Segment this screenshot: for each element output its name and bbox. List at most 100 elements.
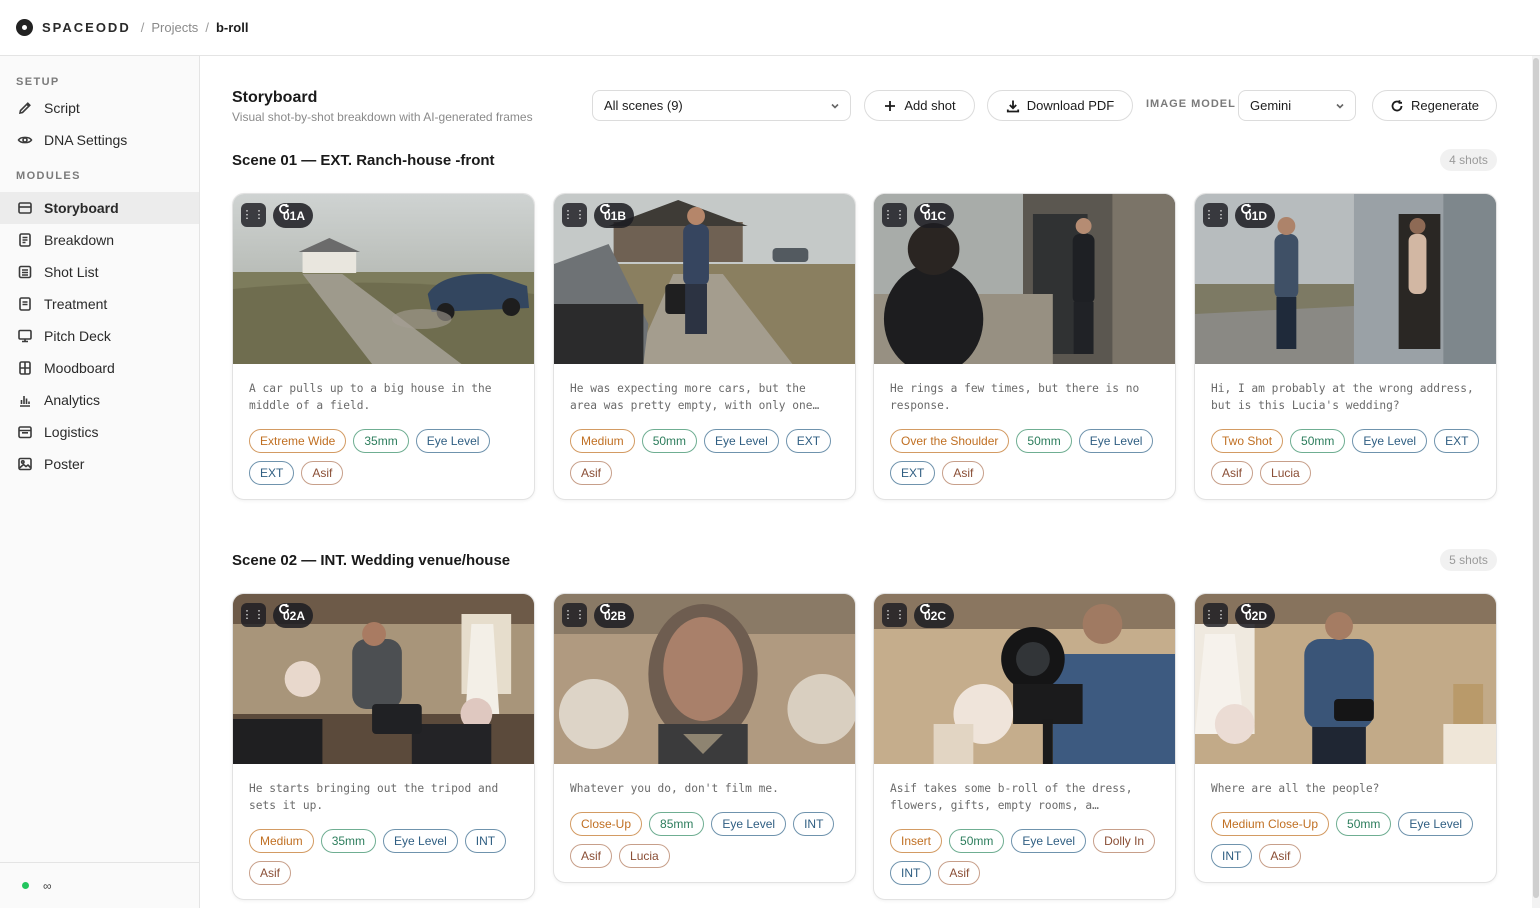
regenerate-frame-icon[interactable] [278,203,290,215]
shot-frame-image[interactable]: ⋮⋮ 02C [874,594,1175,764]
shot-tag[interactable]: Asif [942,461,985,485]
drag-handle-icon[interactable]: ⋮⋮ [882,203,907,227]
shot-tag[interactable]: Eye Level [1078,429,1154,453]
shot-tag[interactable]: Medium [249,829,314,853]
drag-handle-icon[interactable]: ⋮⋮ [241,203,266,227]
sidebar-item-dna-settings[interactable]: DNA Settings [0,124,199,156]
shot-frame-image[interactable]: ⋮⋮ 02A [233,594,534,764]
shot-id-badge[interactable]: 01A [273,203,314,228]
shot-tag[interactable]: Medium [570,429,635,453]
shot-tag[interactable]: INT [793,812,835,836]
shot-frame-image[interactable]: ⋮⋮ 01A [233,194,534,364]
shot-tag[interactable]: Two Shot [1211,429,1284,453]
shot-tag[interactable]: INT [1211,844,1253,868]
shot-tag[interactable]: Asif [570,461,613,485]
shot-tag[interactable]: INT [890,861,932,885]
shot-tag[interactable]: INT [464,829,507,853]
shot-tag[interactable]: Medium Close-Up [1211,812,1330,836]
regenerate-frame-icon[interactable] [599,603,611,615]
sidebar-item-analytics[interactable]: Analytics [0,384,199,416]
shot-card[interactable]: ⋮⋮ 02B Whatever you do, don't film me. C… [553,593,856,883]
scene-filter-select[interactable]: All scenes (9) [592,90,851,121]
shot-tag[interactable]: Asif [1259,844,1302,868]
shot-id-badge[interactable]: 02D [1235,603,1276,628]
shot-tag[interactable]: 50mm [1336,812,1392,836]
shot-tag[interactable]: EXT [785,429,832,453]
sidebar-item-storyboard[interactable]: Storyboard [0,192,199,224]
shot-tag[interactable]: Lucia [619,844,670,868]
sidebar-item-poster[interactable]: Poster [0,448,199,480]
shot-tag[interactable]: Eye Level [1352,429,1428,453]
shot-tag[interactable]: Eye Level [415,429,491,453]
shot-tag[interactable]: Lucia [1260,461,1311,485]
shot-card[interactable]: ⋮⋮ 01D Hi, I am probably at the wrong ad… [1194,193,1497,500]
shot-tag[interactable]: Eye Level [1398,812,1474,836]
shot-frame-image[interactable]: ⋮⋮ 02D [1195,594,1496,764]
shot-tag[interactable]: 85mm [649,812,705,836]
drag-handle-icon[interactable]: ⋮⋮ [1203,203,1228,227]
regenerate-frame-icon[interactable] [1240,203,1252,215]
shot-tag[interactable]: Asif [938,861,981,885]
add-shot-button[interactable]: Add shot [864,90,975,121]
shot-tag[interactable]: Eye Level [704,429,779,453]
shot-tag[interactable]: Asif [301,461,344,485]
shot-tag[interactable]: 35mm [320,829,377,853]
sidebar-item-moodboard[interactable]: Moodboard [0,352,199,384]
shot-tag[interactable]: Over the Shoulder [890,429,1010,453]
sidebar-item-logistics[interactable]: Logistics [0,416,199,448]
shot-tag[interactable]: EXT [249,461,295,485]
shot-tag[interactable]: Asif [249,861,292,885]
shot-card[interactable]: ⋮⋮ 01A A car pulls up to a big house in … [232,193,535,500]
shot-tag[interactable]: Close-Up [570,812,643,836]
shot-tag[interactable]: 50mm [949,829,1005,853]
shot-tag[interactable]: Eye Level [383,829,458,853]
drag-handle-icon[interactable]: ⋮⋮ [562,603,587,627]
sidebar-item-script[interactable]: Script [0,92,199,124]
regenerate-frame-icon[interactable] [1240,603,1252,615]
drag-handle-icon[interactable]: ⋮⋮ [1203,603,1228,627]
shot-card[interactable]: ⋮⋮ 02C Asif takes some b-roll of the dre… [873,593,1176,900]
shot-id-badge[interactable]: 02A [273,603,314,628]
shot-tag[interactable]: 50mm [1016,429,1072,453]
shot-tag[interactable]: 50mm [1290,429,1346,453]
regenerate-button[interactable]: Regenerate [1372,90,1497,121]
sidebar-item-treatment[interactable]: Treatment [0,288,199,320]
shot-id-badge[interactable]: 01D [1235,203,1276,228]
shot-tag[interactable]: Eye Level [1011,829,1087,853]
shot-tag[interactable]: Extreme Wide [249,429,347,453]
shot-tag[interactable]: Asif [1211,461,1254,485]
shot-frame-image[interactable]: ⋮⋮ 01B [554,194,855,364]
shot-card[interactable]: ⋮⋮ 02D Where are all the people? Medium … [1194,593,1497,883]
shot-tag[interactable]: 35mm [353,429,409,453]
download-pdf-button[interactable]: Download PDF [987,90,1133,121]
shot-tag[interactable]: 50mm [641,429,698,453]
drag-handle-icon[interactable]: ⋮⋮ [241,603,266,627]
shot-tag[interactable]: Asif [570,844,613,868]
shot-tag[interactable]: Insert [890,829,943,853]
shot-frame-image[interactable]: ⋮⋮ 01C [874,194,1175,364]
regenerate-frame-icon[interactable] [919,603,931,615]
shot-card[interactable]: ⋮⋮ 01B He was expecting more cars, but t… [553,193,856,500]
regenerate-frame-icon[interactable] [278,603,290,615]
shot-tag[interactable]: Eye Level [711,812,787,836]
shot-id-badge[interactable]: 02C [914,603,955,628]
scrollbar-thumb[interactable] [1533,58,1539,898]
drag-handle-icon[interactable]: ⋮⋮ [562,203,587,227]
shot-frame-image[interactable]: ⋮⋮ 02B [554,594,855,764]
scrollbar[interactable] [1532,56,1540,908]
regenerate-frame-icon[interactable] [919,203,931,215]
sidebar-item-breakdown[interactable]: Breakdown [0,224,199,256]
brand-name[interactable]: SPACEODD [42,20,131,35]
regenerate-frame-icon[interactable] [599,203,611,215]
shot-id-badge[interactable]: 01C [914,203,955,228]
shot-tag[interactable]: Dolly In [1093,829,1156,853]
image-model-select[interactable]: Gemini [1238,90,1356,121]
shot-tag[interactable]: EXT [890,461,936,485]
shot-id-badge[interactable]: 02B [594,603,635,628]
drag-handle-icon[interactable]: ⋮⋮ [882,603,907,627]
shot-id-badge[interactable]: 01B [594,203,635,228]
sidebar-item-pitch-deck[interactable]: Pitch Deck [0,320,199,352]
sidebar-item-shot-list[interactable]: Shot List [0,256,199,288]
shot-card[interactable]: ⋮⋮ 01C He rings a few times, but there i… [873,193,1176,500]
shot-frame-image[interactable]: ⋮⋮ 01D [1195,194,1496,364]
